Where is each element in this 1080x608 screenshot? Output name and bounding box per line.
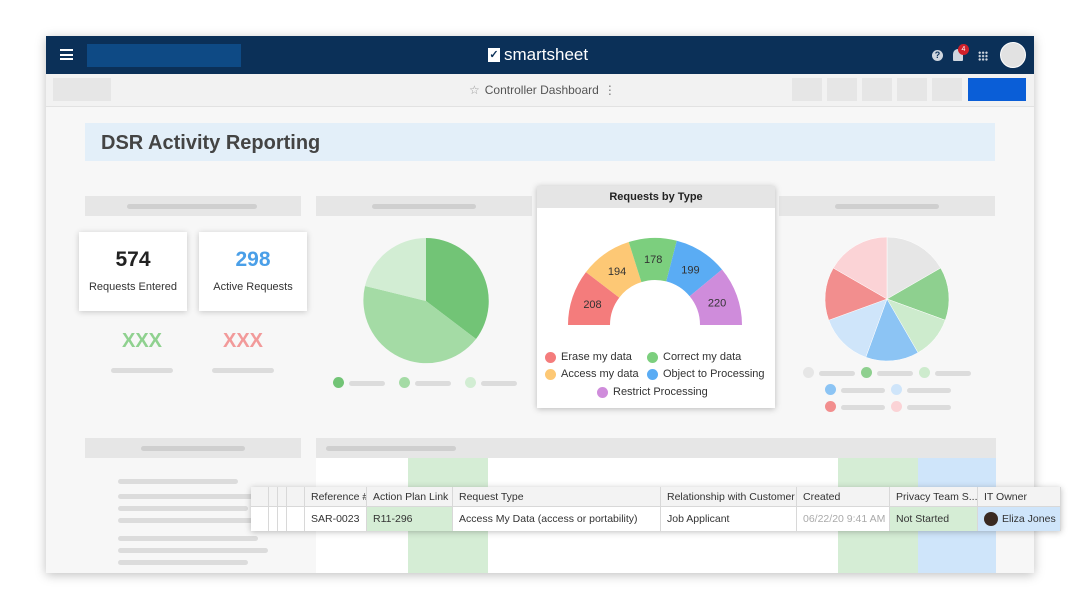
legend-item: Object to Processing	[647, 368, 765, 380]
avatar	[984, 512, 998, 526]
star-icon[interactable]: ☆	[469, 83, 480, 97]
placeholder-metric: XXX	[223, 330, 264, 352]
data-label: 220	[708, 298, 726, 310]
column-header[interactable]: Action Plan Link	[367, 487, 453, 506]
pie-chart-right	[824, 236, 950, 362]
cell-text: Eliza Jones	[1002, 513, 1056, 525]
table-cell[interactable]: Not Started	[890, 507, 978, 531]
row-control[interactable]	[251, 487, 269, 506]
cell-text: 06/22/20 9:41 AM	[803, 513, 886, 525]
logo-check-icon: ✓	[488, 48, 500, 62]
data-label: 208	[583, 299, 601, 311]
notification-badge: 4	[958, 44, 969, 55]
legend-item: Correct my data	[647, 351, 741, 363]
avatar[interactable]	[1000, 42, 1026, 68]
legend-item: Restrict Processing	[597, 386, 708, 398]
row-control[interactable]	[278, 487, 287, 506]
table-header: Reference # Action Plan Link Request Type R…	[251, 487, 1061, 507]
widget-header	[779, 196, 995, 216]
column-header[interactable]: IT Owner	[978, 487, 1061, 506]
legend-swatch	[647, 351, 658, 363]
cell-text: SAR-0023	[311, 513, 360, 525]
legend-placeholder	[803, 367, 983, 417]
header-banner: DSR Activity Reporting	[85, 123, 995, 161]
table-cell[interactable]: Job Applicant	[661, 507, 797, 531]
legend-swatch	[647, 368, 658, 380]
toolbar-button[interactable]	[932, 78, 962, 101]
table-row[interactable]: SAR-0023 R11-296 Access My Data (access or…	[251, 507, 1061, 531]
legend-item: Access my data	[545, 368, 639, 380]
apps-grid-icon[interactable]	[978, 51, 988, 61]
metric-value: 298	[235, 248, 271, 271]
row-control[interactable]	[278, 507, 287, 531]
widget-header	[85, 438, 301, 458]
placeholder-metric: XXX	[122, 330, 163, 352]
share-button[interactable]	[968, 78, 1026, 101]
widget-header	[316, 196, 532, 216]
help-icon[interactable]: ?	[932, 50, 943, 61]
more-icon[interactable]: ⋮	[604, 83, 616, 97]
table-cell[interactable]: R11-296	[367, 507, 453, 531]
half-donut-chart: 208 194 178 199 220	[568, 238, 742, 325]
search-box[interactable]	[87, 44, 241, 67]
data-label: 194	[608, 266, 626, 278]
metric-label: Requests Entered	[88, 281, 178, 293]
cell-text: Access My Data (access or portability)	[459, 513, 638, 525]
top-nav: ✓ smartsheet ? 4	[46, 36, 1034, 74]
toolbar-button[interactable]	[53, 78, 111, 101]
widget-title: Requests by Type	[537, 186, 775, 208]
cell-text: Job Applicant	[667, 513, 730, 525]
pie-chart-left	[363, 238, 489, 364]
row-control[interactable]	[287, 507, 305, 531]
table-cell[interactable]: SAR-0023	[305, 507, 367, 531]
page-title: DSR Activity Reporting	[101, 132, 321, 154]
row-control[interactable]	[287, 487, 305, 506]
row-control[interactable]	[251, 507, 269, 531]
data-label: 178	[644, 254, 662, 266]
sheet-row-popout: Reference # Action Plan Link Request Type R…	[251, 487, 1061, 531]
menu-icon[interactable]	[60, 49, 73, 60]
requests-by-type-widget: Requests by Type 208 194 178 199 220 Erase m…	[537, 186, 775, 408]
toolbar-button[interactable]	[792, 78, 822, 101]
legend-item: Erase my data	[545, 351, 632, 363]
column-header[interactable]: Request Type	[453, 487, 661, 506]
legend-swatch	[545, 368, 556, 380]
column-header[interactable]: Created	[797, 487, 890, 506]
table-cell[interactable]: Access My Data (access or portability)	[453, 507, 661, 531]
table-cell[interactable]: 06/22/20 9:41 AM	[797, 507, 890, 531]
table-cell[interactable]: Eliza Jones	[978, 507, 1061, 531]
legend-placeholder	[333, 377, 523, 389]
data-label: 199	[681, 264, 699, 276]
toolbar-button[interactable]	[862, 78, 892, 101]
cell-text: R11-296	[373, 513, 413, 525]
row-control[interactable]	[269, 507, 278, 531]
column-header[interactable]: Reference #	[305, 487, 367, 506]
metric-label: Active Requests	[213, 281, 293, 293]
column-header[interactable]: Privacy Team S...	[890, 487, 978, 506]
toolbar-button[interactable]	[827, 78, 857, 101]
legend-swatch	[545, 351, 556, 363]
legend-swatch	[597, 386, 608, 398]
brand-logo: ✓ smartsheet	[488, 45, 589, 64]
column-header[interactable]: Relationship with Customer	[661, 487, 797, 506]
toolbar-button[interactable]	[897, 78, 927, 101]
widget-header	[85, 196, 301, 216]
metric-value: 574	[115, 248, 151, 271]
row-control[interactable]	[269, 487, 278, 506]
toolbar: ☆ Controller Dashboard ⋮	[46, 74, 1034, 107]
dashboard-title: ☆ Controller Dashboard ⋮	[469, 83, 616, 97]
metric-card-active-requests: 298 Active Requests	[199, 232, 307, 311]
cell-text: Not Started	[896, 513, 950, 525]
metric-card-requests-entered: 574 Requests Entered	[79, 232, 187, 311]
